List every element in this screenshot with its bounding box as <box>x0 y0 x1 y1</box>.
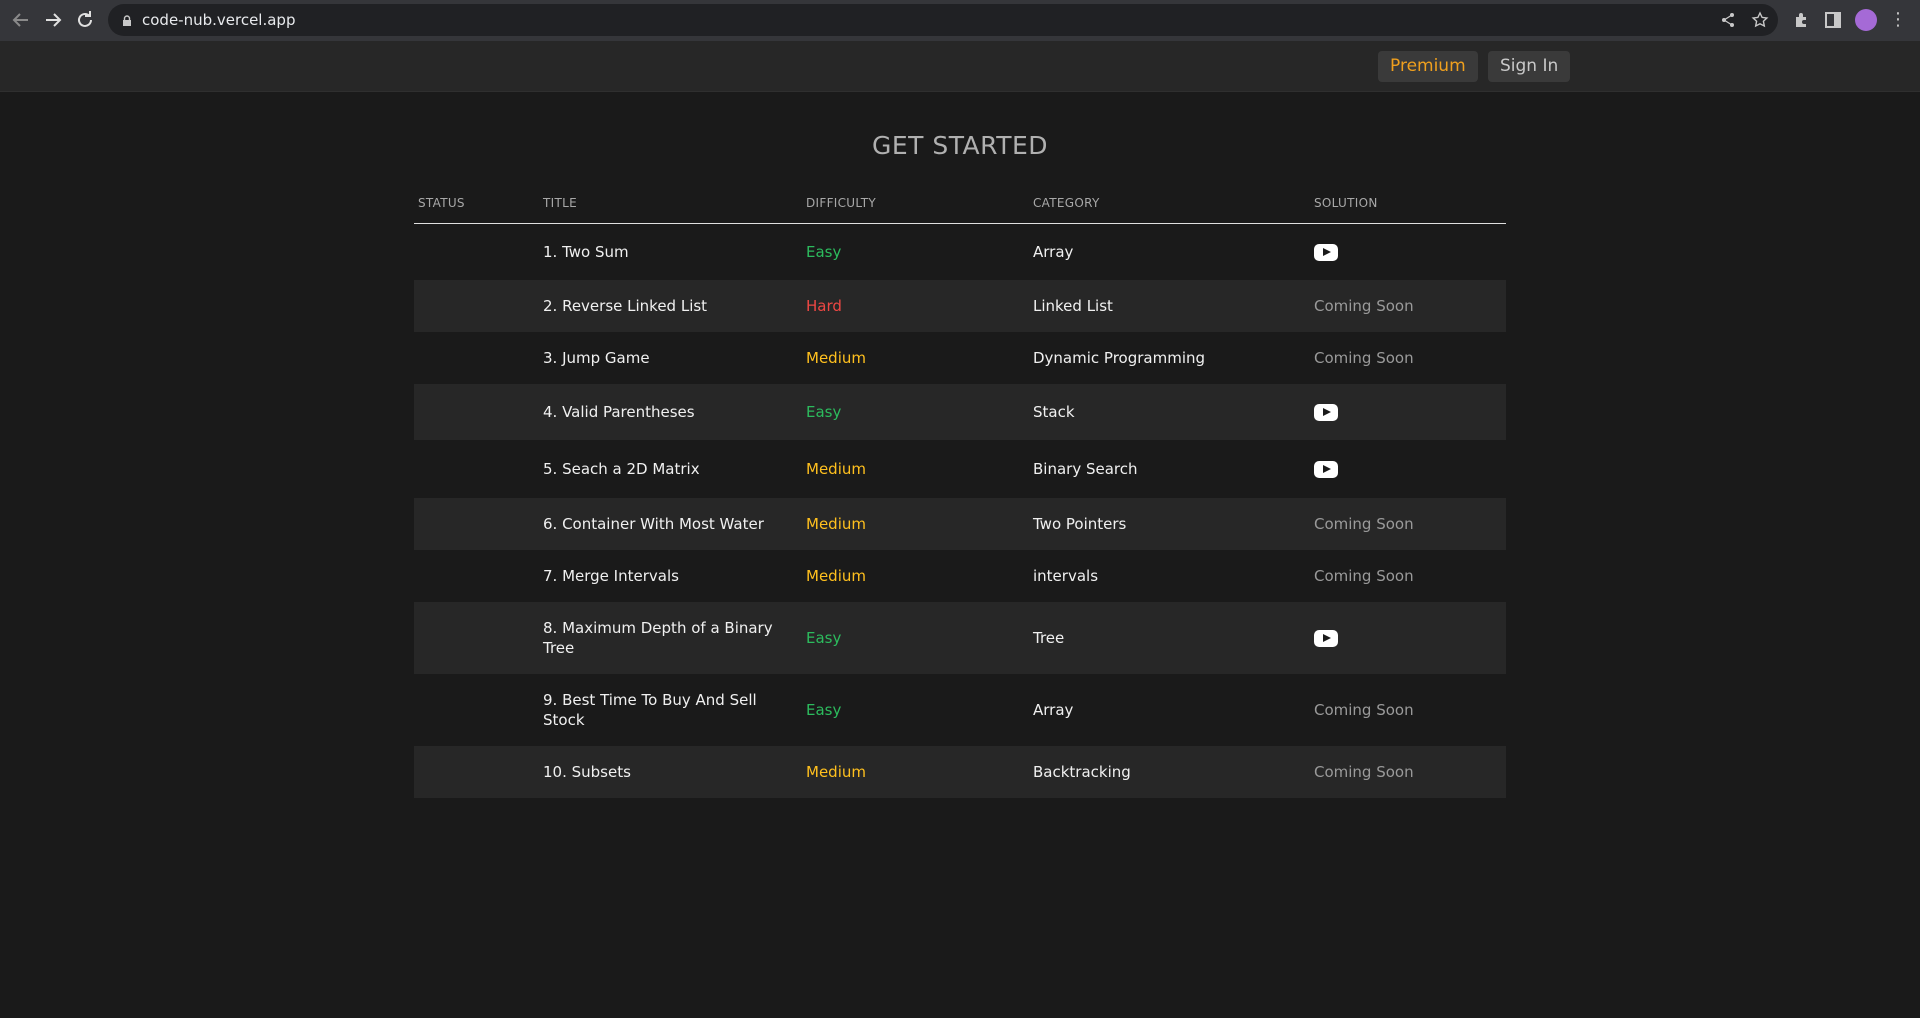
table-row[interactable]: 1. Two Sum Easy Array <box>414 224 1506 280</box>
table-row[interactable]: 2. Reverse Linked List Hard Linked List Com… <box>414 280 1506 332</box>
problem-title-link[interactable]: 9. Best Time To Buy And Sell Stock <box>543 690 773 730</box>
column-header-difficulty: DIFFICULTY <box>806 196 876 210</box>
difficulty-label: Easy <box>806 629 842 647</box>
solution-status-text: Coming Soon <box>1314 763 1414 781</box>
category-label: Array <box>1033 243 1074 261</box>
difficulty-label: Medium <box>806 567 866 585</box>
browser-toolbar: code-nub.vercel.app ⋮ <box>0 0 1920 41</box>
table-row[interactable]: 6. Container With Most Water Medium Two Po… <box>414 498 1506 550</box>
side-panel-icon[interactable] <box>1822 9 1844 31</box>
table-row[interactable]: 8. Maximum Depth of a Binary Tree Easy Tre… <box>414 602 1506 674</box>
difficulty-label: Medium <box>806 515 866 533</box>
table-row[interactable]: 5. Seach a 2D Matrix Medium Binary Search <box>414 440 1506 498</box>
category-label: Stack <box>1033 403 1075 421</box>
category-label: Binary Search <box>1033 460 1138 478</box>
problem-title-link[interactable]: 4. Valid Parentheses <box>543 402 773 422</box>
category-label: Linked List <box>1033 297 1113 315</box>
address-bar[interactable]: code-nub.vercel.app <box>108 4 1778 36</box>
problem-title-link[interactable]: 3. Jump Game <box>543 348 773 368</box>
bookmark-star-icon[interactable] <box>1750 10 1770 30</box>
youtube-play-icon[interactable] <box>1314 461 1338 478</box>
column-header-solution: SOLUTION <box>1314 196 1378 210</box>
problem-title-link[interactable]: 8. Maximum Depth of a Binary Tree <box>543 618 773 658</box>
table-row[interactable]: 9. Best Time To Buy And Sell Stock Easy Ar… <box>414 674 1506 746</box>
youtube-play-icon[interactable] <box>1314 630 1338 647</box>
table-body: 1. Two Sum Easy Array 2. Reverse Linked Lis… <box>414 224 1506 798</box>
solution-status-text: Coming Soon <box>1314 567 1414 585</box>
browser-menu-icon[interactable]: ⋮ <box>1888 8 1908 32</box>
problem-title-link[interactable]: 1. Two Sum <box>543 242 773 262</box>
problem-title-link[interactable]: 5. Seach a 2D Matrix <box>543 459 773 479</box>
sign-in-button[interactable]: Sign In <box>1488 51 1571 82</box>
back-icon[interactable] <box>9 8 33 32</box>
category-label: intervals <box>1033 567 1099 585</box>
category-label: Two Pointers <box>1033 515 1127 533</box>
problem-title-link[interactable]: 2. Reverse Linked List <box>543 296 773 316</box>
column-header-title: TITLE <box>543 196 577 210</box>
column-header-category: CATEGORY <box>1033 196 1100 210</box>
table-row[interactable]: 10. Subsets Medium Backtracking Coming Soon <box>414 746 1506 798</box>
problems-table: STATUS TITLE DIFFICULTY CATEGORY SOLUTIO… <box>414 190 1506 798</box>
url-text: code-nub.vercel.app <box>142 11 296 29</box>
forward-icon[interactable] <box>41 8 65 32</box>
difficulty-label: Easy <box>806 243 842 261</box>
category-label: Array <box>1033 701 1074 719</box>
extensions-icon[interactable] <box>1791 9 1813 31</box>
reload-icon[interactable] <box>73 8 97 32</box>
lock-icon <box>120 13 134 27</box>
premium-button[interactable]: Premium <box>1378 51 1478 82</box>
youtube-play-icon[interactable] <box>1314 244 1338 261</box>
solution-video-link[interactable] <box>1314 459 1338 479</box>
column-header-status: STATUS <box>418 196 465 210</box>
solution-status-text: Coming Soon <box>1314 297 1414 315</box>
page-title: GET STARTED <box>871 131 1049 160</box>
problem-title-link[interactable]: 7. Merge Intervals <box>543 566 773 586</box>
solution-status-text: Coming Soon <box>1314 701 1414 719</box>
category-label: Backtracking <box>1033 763 1131 781</box>
table-row[interactable]: 7. Merge Intervals Medium intervals Coming … <box>414 550 1506 602</box>
share-icon[interactable] <box>1718 10 1738 30</box>
problem-title-link[interactable]: 6. Container With Most Water <box>543 514 773 534</box>
solution-status-text: Coming Soon <box>1314 515 1414 533</box>
youtube-play-icon[interactable] <box>1314 404 1338 421</box>
table-header: STATUS TITLE DIFFICULTY CATEGORY SOLUTIO… <box>414 190 1506 224</box>
solution-video-link[interactable] <box>1314 242 1338 262</box>
solution-status-text: Coming Soon <box>1314 349 1414 367</box>
category-label: Dynamic Programming <box>1033 349 1206 367</box>
difficulty-label: Medium <box>806 763 866 781</box>
problem-title-link[interactable]: 10. Subsets <box>543 762 773 782</box>
difficulty-label: Medium <box>806 460 866 478</box>
profile-avatar[interactable] <box>1855 9 1877 31</box>
solution-video-link[interactable] <box>1314 628 1338 648</box>
difficulty-label: Easy <box>806 701 842 719</box>
difficulty-label: Medium <box>806 349 866 367</box>
category-label: Tree <box>1033 629 1065 647</box>
table-row[interactable]: 3. Jump Game Medium Dynamic Programming Com… <box>414 332 1506 384</box>
difficulty-label: Easy <box>806 403 842 421</box>
difficulty-label: Hard <box>806 297 842 315</box>
table-row[interactable]: 4. Valid Parentheses Easy Stack <box>414 384 1506 440</box>
solution-video-link[interactable] <box>1314 402 1338 422</box>
site-header: Premium Sign In <box>0 41 1920 92</box>
